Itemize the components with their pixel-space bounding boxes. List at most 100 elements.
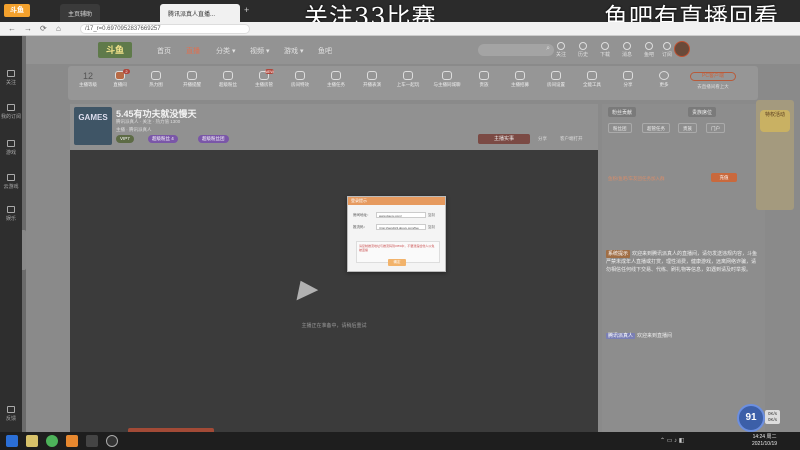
new-tab-button[interactable]: + (244, 5, 249, 15)
dialog-row-label: 房间地址： (353, 213, 371, 217)
tool-tasks[interactable]: 主播任务 (322, 71, 350, 88)
chip-admin-task[interactable]: 超管任务 (642, 123, 670, 133)
room-address-field[interactable]: www.douyu.com/ (376, 212, 426, 218)
fanclub-badge[interactable]: 超级粉丝团 (198, 135, 229, 143)
sidebar-item-subscriptions[interactable]: 我的订阅 (0, 104, 22, 120)
home-icon[interactable]: ⌂ (56, 24, 61, 34)
back-icon[interactable]: ← (8, 24, 16, 34)
gamepad-icon (7, 140, 15, 147)
level-number: 12 (82, 71, 93, 81)
app-icon-2[interactable] (86, 435, 98, 447)
subscribe-icon (663, 42, 671, 50)
tool-label: 与主播同城聊 (433, 82, 461, 87)
player-loading-text: 主播正在准备中，请稍后重试 (301, 323, 367, 329)
tool-managers[interactable]: NEW 主播房管 (250, 69, 278, 88)
effects-icon (295, 71, 305, 80)
tool-label: 全能工具 (583, 82, 601, 87)
download-icon (601, 42, 609, 50)
room-meta-2: 主播 · 腾讯派真人 (116, 127, 152, 132)
share-link[interactable]: 分享 (538, 136, 547, 142)
nav-live[interactable]: 直播 (186, 46, 200, 56)
avatar[interactable] (674, 41, 690, 57)
top-icon-label: 鱼吧 (643, 52, 654, 58)
top-icon-label: 关注 (555, 52, 566, 58)
promo-banner[interactable]: 特权活动 (756, 100, 794, 210)
superfan-badge[interactable]: 超级粉丝 4 (148, 135, 178, 143)
chip-fanclub[interactable]: 粉丝团 (608, 123, 632, 133)
explorer-icon[interactable] (26, 435, 38, 447)
taskbar-clock[interactable]: 14:24 周二 2021/10/19 (752, 434, 777, 448)
tool-level[interactable]: 12 主播等级 (74, 71, 102, 88)
nav-video[interactable]: 视频 ▾ (250, 46, 269, 56)
sidebar-item-label: 云游戏 (3, 184, 19, 190)
tool-ride[interactable]: 上车一起玩 (394, 71, 422, 88)
tool-city-chat[interactable]: 与主播同城聊 (430, 71, 464, 88)
nav-fishbar[interactable]: 鱼吧 (318, 46, 332, 56)
client-open-link[interactable]: 客户端打开 (560, 136, 583, 142)
fan-icon (223, 71, 233, 80)
search-input[interactable]: ⌕ (478, 44, 554, 56)
tool-label: 开播提醒 (183, 82, 201, 87)
rank-text[interactable]: 鱼粉/鱼吧/车友团任务加入群 (608, 176, 665, 182)
address-bar[interactable]: /17_r=0.6970952837669257 (80, 24, 250, 34)
tool-all[interactable]: 全能工具 (578, 71, 606, 88)
tab-noble-seats[interactable]: 贵族席位 (688, 107, 717, 117)
video-player[interactable]: 主播正在准备中，请稍后重试 (70, 150, 598, 432)
taskbar-time: 14:24 周二 (752, 434, 777, 440)
tool-more[interactable]: 更多 (650, 71, 678, 88)
site-logo[interactable]: 斗鱼 (98, 42, 132, 58)
top-history[interactable]: 历史 (572, 42, 594, 58)
tool-noble[interactable]: 贵族 (470, 71, 498, 88)
top-download[interactable]: 下载 (594, 42, 616, 58)
sidebar-item-games[interactable]: 游戏 (0, 140, 22, 156)
pc-client-button[interactable]: PC客户端 (690, 72, 736, 81)
tool-effects[interactable]: 房间特效 (286, 71, 314, 88)
sidebar-item-feedback[interactable]: 反馈 (0, 406, 22, 422)
tool-room[interactable]: 2 直播间 (106, 69, 134, 88)
nav-games[interactable]: 游戏 ▾ (284, 46, 303, 56)
browser-tab[interactable]: 主页辅助 (60, 4, 101, 22)
tool-reminder[interactable]: 开播提醒 (178, 71, 206, 88)
tool-share[interactable]: 分享 (614, 71, 642, 88)
tool-label: 分享 (623, 82, 633, 87)
top-messages[interactable]: 消息 (616, 42, 638, 58)
top-follow[interactable]: 关注 (550, 42, 572, 58)
star-icon (7, 206, 15, 213)
recharge-button[interactable]: 充值 (711, 173, 737, 182)
tool-heatmap[interactable]: 热力图 (142, 71, 170, 88)
tool-show[interactable]: 开播表演 (358, 71, 386, 88)
nav-category[interactable]: 分类 ▾ (216, 46, 235, 56)
tool-superfans[interactable]: 超级粉丝 (214, 71, 242, 88)
site-header: 斗鱼 首页 直播 分类 ▾ 视频 ▾ 游戏 ▾ 鱼吧 ⌕ 关注 历史 下载 消息… (26, 36, 800, 64)
performance-score-badge[interactable]: 91 (737, 404, 765, 432)
cloud-icon (7, 174, 15, 181)
obs-icon[interactable] (106, 435, 118, 447)
sidebar-item-follow[interactable]: 关注 (0, 70, 22, 86)
copy-button-2[interactable]: 复制 (428, 225, 435, 230)
app-icon[interactable] (46, 435, 58, 447)
net-up: 0K/s (768, 417, 778, 422)
tool-label: 主播招募 (511, 82, 529, 87)
loading-spinner-icon (289, 275, 319, 301)
sidebar-item-entertainment[interactable]: 娱乐 (0, 206, 22, 222)
tool-label: 主播等级 (79, 82, 97, 87)
tab-fan-contribution[interactable]: 粉丝贡献 (608, 107, 637, 117)
chip-portal[interactable]: 门户 (706, 123, 725, 133)
forward-icon[interactable]: → (24, 24, 32, 34)
browser-tab-active[interactable]: 腾讯派真人直播... (160, 4, 240, 22)
nav-home[interactable]: 首页 (157, 46, 171, 56)
tool-recruit[interactable]: 主播招募 (506, 71, 534, 88)
tool-settings[interactable]: 房间设置 (542, 71, 570, 88)
taskbar: ⌃ ▭ ♪ ◧ 14:24 周二 2021/10/19 (0, 432, 800, 450)
douyu-icon[interactable] (66, 435, 78, 447)
report-button[interactable]: 主播实事 (478, 134, 530, 144)
tray-icons[interactable]: ⌃ ▭ ♪ ◧ (660, 437, 684, 444)
reload-icon[interactable]: ⟳ (40, 24, 47, 34)
start-icon[interactable] (6, 435, 18, 447)
stream-key-field[interactable]: rtmp://sendtc3.douyu.com/live (376, 224, 426, 230)
tool-label: 主播任务 (327, 82, 345, 87)
ok-button[interactable]: 确定 (388, 259, 406, 266)
sidebar-item-cloud-games[interactable]: 云游戏 (0, 174, 22, 190)
chip-noble[interactable]: 贵族 (678, 123, 697, 133)
copy-button[interactable]: 复制 (428, 213, 435, 218)
